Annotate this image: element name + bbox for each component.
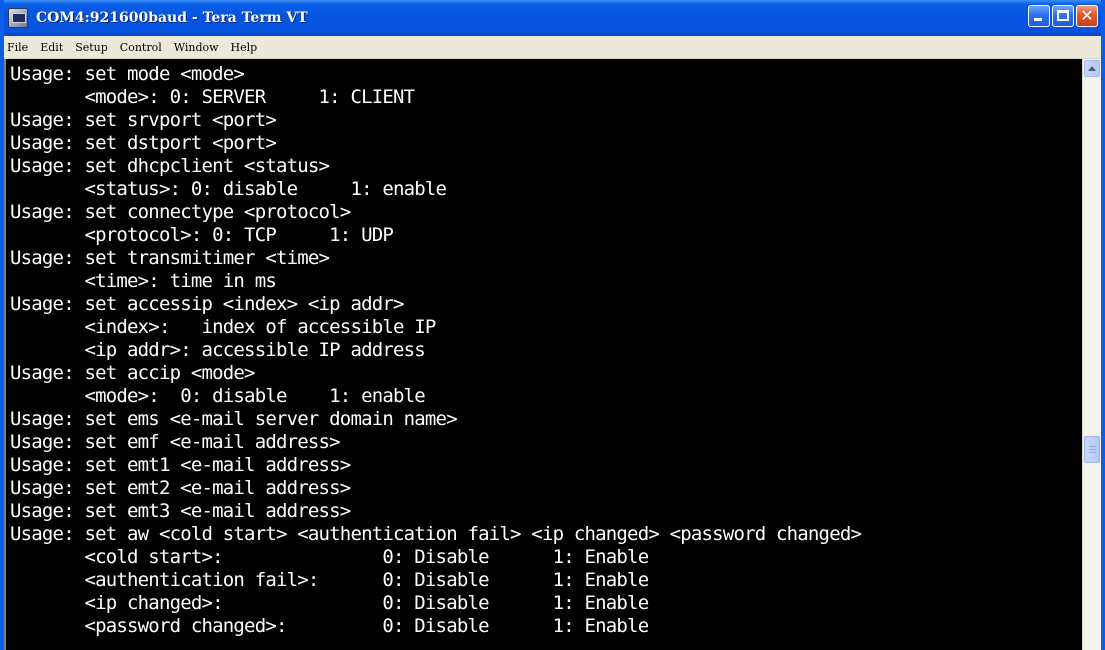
menu-setup[interactable]: Setup: [69, 41, 114, 54]
menu-control[interactable]: Control: [114, 41, 168, 54]
title-bar[interactable]: COM4:921600baud - Tera Term VT ✕: [4, 0, 1101, 36]
terminal-line: <mode>: 0: SERVER 1: CLIENT: [10, 86, 415, 108]
terminal-line: Usage: set dhcpclient <status>: [10, 155, 330, 177]
maximize-button[interactable]: [1052, 5, 1074, 27]
menu-file[interactable]: File: [4, 41, 34, 54]
minimize-button[interactable]: [1028, 5, 1050, 27]
scroll-thumb[interactable]: [1084, 436, 1100, 463]
terminal-line: <index>: index of accessible IP: [10, 316, 436, 338]
terminal-line: <cold start>: 0: Disable 1: Enable: [10, 546, 649, 568]
terminal-line: <mode>: 0: disable 1: enable: [10, 385, 425, 407]
terminal-line: Usage: set emt1 <e-mail address>: [10, 454, 351, 476]
terminal-line: <password changed>: 0: Disable 1: Enable: [10, 615, 649, 637]
terminal-line: <status>: 0: disable 1: enable: [10, 178, 447, 200]
window-title: COM4:921600baud - Tera Term VT: [36, 10, 308, 26]
terminal-output[interactable]: Usage: set mode <mode> <mode>: 0: SERVER…: [4, 59, 1082, 650]
terminal-line: Usage: set dstport <port>: [10, 132, 277, 154]
terminal-line: Usage: set transmitimer <time>: [10, 247, 330, 269]
menu-bar: File Edit Setup Control Window Help: [4, 36, 1101, 59]
vertical-scrollbar[interactable]: [1082, 59, 1101, 650]
terminal-line: <ip changed>: 0: Disable 1: Enable: [10, 592, 649, 614]
menu-window[interactable]: Window: [168, 41, 225, 54]
caption-buttons: ✕: [1028, 5, 1098, 27]
terminal-line: Usage: set accessip <index> <ip addr>: [10, 293, 404, 315]
menu-help[interactable]: Help: [225, 41, 264, 54]
close-button[interactable]: ✕: [1076, 5, 1098, 27]
terminal-line: Usage: set accip <mode>: [10, 362, 256, 384]
terminal-lines: Usage: set mode <mode> <mode>: 0: SERVER…: [6, 59, 1082, 638]
terminal-line: Usage: set connectype <protocol>: [10, 201, 351, 223]
teraterm-app-icon[interactable]: [8, 8, 28, 28]
terminal-line: Usage: set ems <e-mail server domain nam…: [10, 408, 458, 430]
terminal-line: Usage: set srvport <port>: [10, 109, 277, 131]
scroll-up-button[interactable]: [1084, 60, 1100, 77]
terminal-line: <protocol>: 0: TCP 1: UDP: [10, 224, 394, 246]
terminal-line: <ip addr>: accessible IP address: [10, 339, 425, 361]
terminal-line: <authentication fail>: 0: Disable 1: Ena…: [10, 569, 649, 591]
chevron-up-icon: [1088, 66, 1096, 71]
maximize-icon: [1057, 10, 1069, 21]
terminal-line: Usage: set emt2 <e-mail address>: [10, 477, 351, 499]
grip-line: [1089, 452, 1096, 453]
grip-line: [1089, 446, 1096, 447]
terminal-line: <time>: time in ms: [10, 270, 276, 292]
terminal-line: Usage: set emt3 <e-mail address>: [10, 500, 351, 522]
close-icon: ✕: [1080, 6, 1094, 25]
grip-line: [1089, 449, 1096, 450]
minimize-icon: [1034, 18, 1042, 21]
terminal-line: Usage: set mode <mode>: [10, 63, 245, 85]
teraterm-window: COM4:921600baud - Tera Term VT ✕ File Ed…: [0, 0, 1105, 650]
terminal-line: Usage: set aw <cold start> <authenticati…: [10, 523, 862, 545]
menu-edit[interactable]: Edit: [34, 41, 69, 54]
terminal-line: Usage: set emf <e-mail address>: [10, 431, 341, 453]
